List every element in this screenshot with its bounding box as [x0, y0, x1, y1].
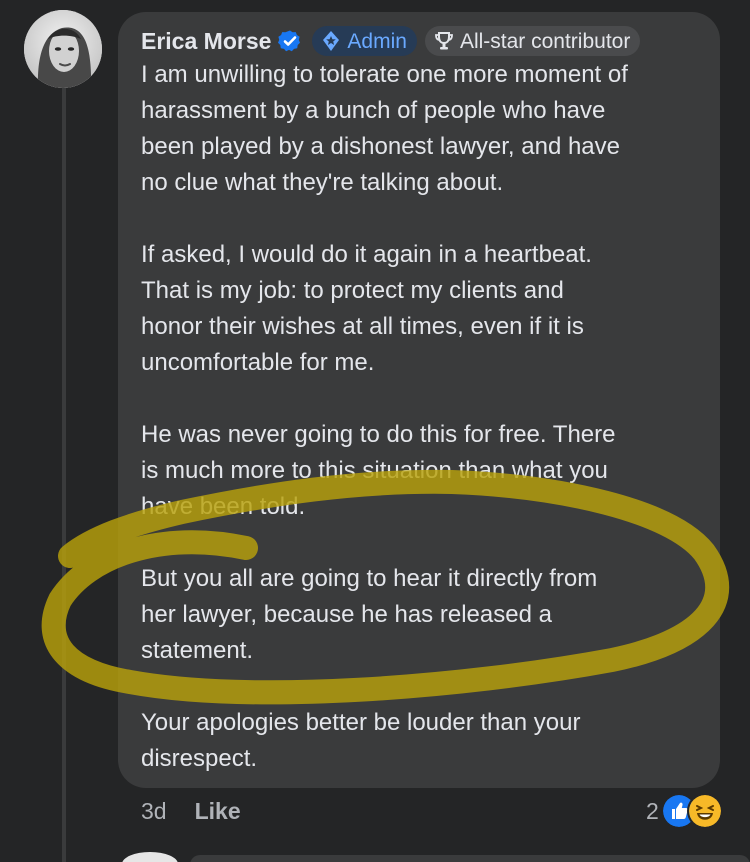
author-name[interactable]: Erica Morse: [141, 28, 271, 55]
admin-badge-label: Admin: [347, 29, 407, 53]
reaction-icons: [662, 795, 721, 827]
comment-paragraph-1: I am unwilling to tolerate one more mome…: [141, 61, 628, 196]
comment-paragraph-2: If asked, I would do it again in a heart…: [141, 241, 592, 376]
laughing-face-icon: [688, 795, 721, 827]
thread-connector-line: [62, 82, 66, 862]
avatar[interactable]: [24, 10, 102, 88]
verified-check-icon: [278, 30, 301, 52]
comment-paragraph-3: He was never going to do this for free. …: [141, 421, 616, 520]
comment-thread: Erica Morse Admin All-star contributor I…: [0, 0, 750, 862]
admin-badge[interactable]: Admin: [312, 26, 417, 56]
trophy-icon: [435, 32, 453, 50]
next-comment-avatar[interactable]: [122, 852, 178, 862]
comment-actions: 3d Like: [141, 798, 241, 825]
contributor-badge-label: All-star contributor: [459, 29, 631, 53]
comment-timestamp[interactable]: 3d: [141, 798, 167, 825]
comment-header: Erica Morse Admin All-star contributor: [141, 26, 641, 56]
shield-star-icon: [323, 31, 340, 51]
contributor-badge[interactable]: All-star contributor: [424, 26, 641, 56]
reaction-summary[interactable]: 2: [646, 795, 721, 827]
comment-paragraph-5: Your apologies better be louder than you…: [141, 709, 581, 772]
next-comment-bubble: [190, 855, 750, 862]
comment-paragraph-4: But you all are going to hear it directl…: [141, 565, 598, 664]
comment-text: I am unwilling to tolerate one more mome…: [141, 57, 711, 777]
reaction-count: 2: [646, 797, 659, 824]
avatar-photo: [24, 10, 102, 88]
like-button[interactable]: Like: [195, 798, 241, 825]
